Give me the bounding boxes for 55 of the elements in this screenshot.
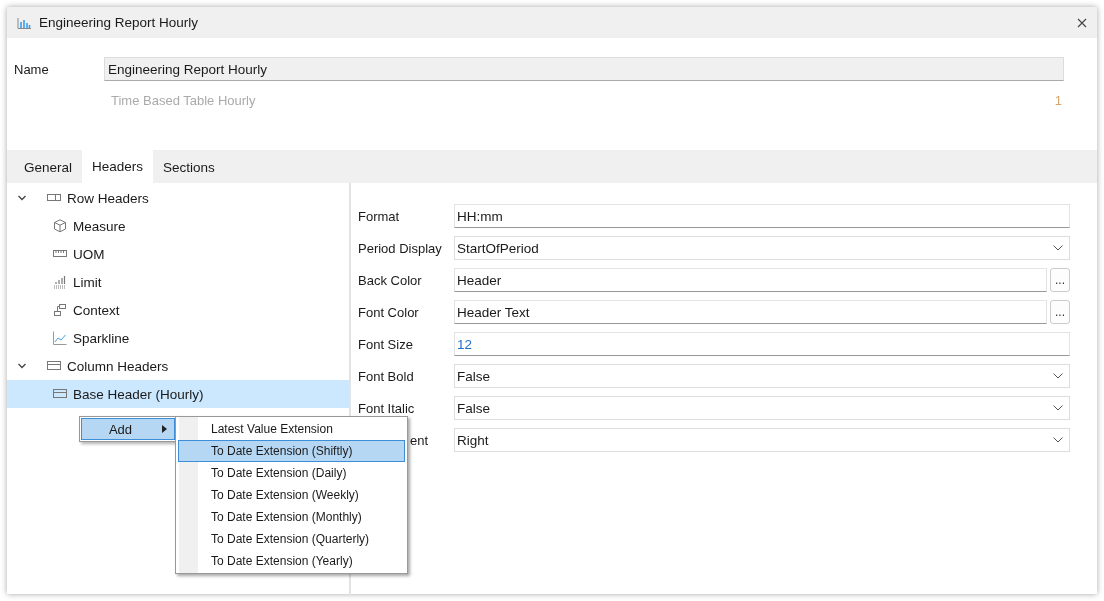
subtitle: Time Based Table Hourly [111,93,256,108]
menu-item[interactable]: To Date Extension (Quarterly) [178,528,405,550]
menu-item[interactable]: To Date Extension (Yearly) [178,550,405,572]
menu-item[interactable]: Latest Value Extension [178,418,405,440]
window-title: Engineering Report Hourly [39,15,200,30]
line-chart-icon [53,331,67,345]
property-label: Font Bold [358,368,415,384]
cube-icon [53,219,67,233]
submenu-arrow-icon [162,425,168,433]
ellipsis-button[interactable]: ... [1050,268,1070,292]
menu-item[interactable]: To Date Extension (Shiftly) [178,440,405,462]
property-label: Font Italic [358,400,416,416]
property-label: Font Color [358,304,420,320]
menu-item[interactable]: To Date Extension (Daily) [178,462,405,484]
property-label: Format [358,208,401,224]
panel-icon [53,387,67,401]
tree-item[interactable]: UOM [7,240,349,268]
tree-item[interactable]: Row Headers [7,184,349,212]
text-field[interactable]: Header [454,268,1047,292]
tab[interactable]: Headers [82,150,154,183]
chevron-down-icon [1053,373,1063,379]
ellipsis-button[interactable]: ... [1050,300,1070,324]
chevron-down-icon [1053,437,1063,443]
name-field[interactable]: Engineering Report Hourly [104,57,1064,81]
tree-item[interactable]: Column Headers [7,352,349,380]
property-label: Period Display [358,240,443,256]
close-icon[interactable] [1077,17,1087,28]
chevron-down-icon [1053,405,1063,411]
blocks-icon [53,303,67,317]
bar-chart-icon [53,275,67,289]
number-field[interactable]: 12 [454,332,1070,356]
dropdown[interactable]: Right [454,428,1070,452]
chevron-down-icon [1053,245,1063,251]
dropdown[interactable]: False [454,396,1070,420]
menu-item[interactable]: Add [81,418,175,440]
menu-item[interactable]: To Date Extension (Monthly) [178,506,405,528]
tree-item[interactable]: Measure [7,212,349,240]
bar-chart-icon [17,16,31,29]
tab[interactable]: General [14,152,83,183]
tree-item[interactable]: Base Header (Hourly) [7,380,349,408]
tree-item[interactable]: Limit [7,268,349,296]
property-label: Font Size [358,336,414,352]
tab[interactable]: Sections [153,152,225,183]
property-label: Back Color [358,272,423,288]
name-label: Name [14,61,50,77]
tree-item[interactable]: Sparkline [7,324,349,352]
text-field[interactable]: Header Text [454,300,1047,324]
text-field[interactable]: HH:mm [454,204,1070,228]
panel-icon [47,359,61,373]
menu-item[interactable]: To Date Extension (Weekly) [178,484,405,506]
count-label: 1 [1054,93,1062,108]
dropdown[interactable]: StartOfPeriod [454,236,1070,260]
property-label: ent [409,432,430,448]
tree-item[interactable]: Context [7,296,349,324]
dropdown[interactable]: False [454,364,1070,388]
